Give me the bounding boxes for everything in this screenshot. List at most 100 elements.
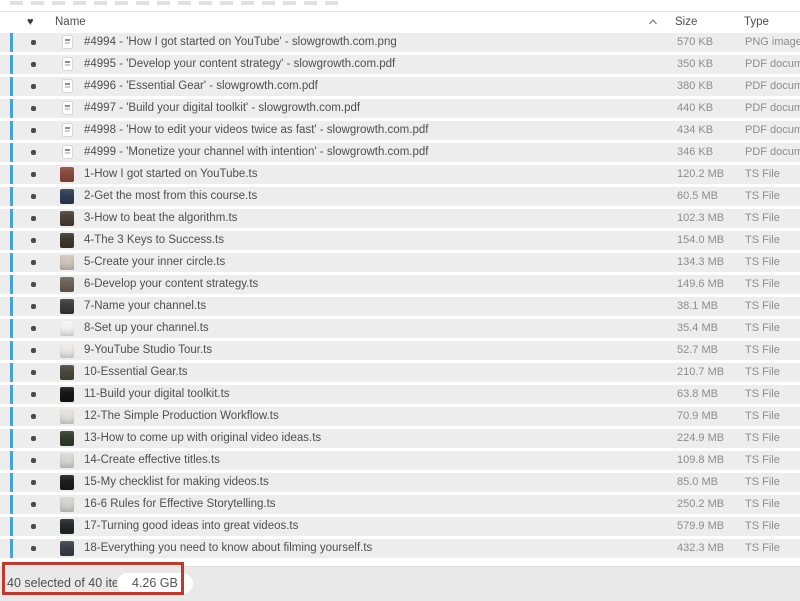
selected-dot-icon[interactable]	[31, 128, 36, 133]
file-row[interactable]: 2-Get the most from this course.ts 60.5 …	[0, 187, 800, 206]
file-row[interactable]: 10-Essential Gear.ts 210.7 MB TS File	[0, 363, 800, 382]
selected-dot-icon[interactable]	[31, 348, 36, 353]
file-type: PNG image	[745, 33, 800, 52]
file-row[interactable]: 17-Turning good ideas into great videos.…	[0, 517, 800, 536]
selection-indicator	[10, 473, 13, 492]
selection-indicator	[10, 165, 13, 184]
file-name: 2-Get the most from this course.ts	[84, 187, 257, 206]
file-name: #4997 - 'Build your digital toolkit' - s…	[84, 99, 360, 118]
file-name: 9-YouTube Studio Tour.ts	[84, 341, 212, 360]
file-name: 5-Create your inner circle.ts	[84, 253, 225, 272]
selected-dot-icon[interactable]	[31, 480, 36, 485]
file-row[interactable]: 12-The Simple Production Workflow.ts 70.…	[0, 407, 800, 426]
file-row[interactable]: #4996 - 'Essential Gear' - slowgrowth.co…	[0, 77, 800, 96]
file-thumbnail-icon	[62, 145, 73, 159]
file-size: 432.3 MB	[677, 539, 724, 558]
file-row[interactable]: 16-6 Rules for Effective Storytelling.ts…	[0, 495, 800, 514]
selection-indicator	[10, 187, 13, 206]
file-thumbnail-icon	[60, 299, 74, 314]
selected-dot-icon[interactable]	[31, 260, 36, 265]
selected-dot-icon[interactable]	[31, 62, 36, 67]
sort-ascending-icon[interactable]	[648, 13, 658, 34]
selected-dot-icon[interactable]	[31, 282, 36, 287]
selected-dot-icon[interactable]	[31, 150, 36, 155]
total-size-badge: 4.26 GB	[117, 573, 193, 594]
file-row[interactable]: #4997 - 'Build your digital toolkit' - s…	[0, 99, 800, 118]
size-column-header[interactable]: Size	[675, 12, 697, 33]
selected-dot-icon[interactable]	[31, 502, 36, 507]
selected-dot-icon[interactable]	[31, 194, 36, 199]
file-name: 18-Everything you need to know about fil…	[84, 539, 372, 558]
clipped-text-remnant	[10, 1, 345, 5]
selection-indicator	[10, 407, 13, 426]
file-type: TS File	[745, 341, 780, 360]
selected-dot-icon[interactable]	[31, 524, 36, 529]
file-row[interactable]: 6-Develop your content strategy.ts 149.6…	[0, 275, 800, 294]
file-row[interactable]: #4998 - 'How to edit your videos twice a…	[0, 121, 800, 140]
file-row[interactable]: #4995 - 'Develop your content strategy' …	[0, 55, 800, 74]
selected-dot-icon[interactable]	[31, 216, 36, 221]
selected-dot-icon[interactable]	[31, 546, 36, 551]
file-row[interactable]: 3-How to beat the algorithm.ts 102.3 MB …	[0, 209, 800, 228]
file-name: 13-How to come up with original video id…	[84, 429, 321, 448]
document-page-icon	[65, 39, 70, 41]
file-thumbnail-icon	[60, 167, 74, 182]
file-thumbnail-icon	[60, 365, 74, 380]
selected-dot-icon[interactable]	[31, 172, 36, 177]
selection-indicator	[10, 253, 13, 272]
selected-dot-icon[interactable]	[31, 458, 36, 463]
file-type: TS File	[745, 495, 780, 514]
file-name: 15-My checklist for making videos.ts	[84, 473, 269, 492]
selected-dot-icon[interactable]	[31, 370, 36, 375]
selection-indicator	[10, 231, 13, 250]
file-row[interactable]: #4999 - 'Monetize your channel with inte…	[0, 143, 800, 162]
selected-dot-icon[interactable]	[31, 326, 36, 331]
file-row[interactable]: 15-My checklist for making videos.ts 85.…	[0, 473, 800, 492]
selected-dot-icon[interactable]	[31, 106, 36, 111]
document-page-icon	[65, 105, 70, 107]
selection-indicator	[10, 539, 13, 558]
selected-dot-icon[interactable]	[31, 436, 36, 441]
selected-dot-icon[interactable]	[31, 414, 36, 419]
file-thumbnail-icon	[60, 387, 74, 402]
file-size: 35.4 MB	[677, 319, 718, 338]
file-row[interactable]: 11-Build your digital toolkit.ts 63.8 MB…	[0, 385, 800, 404]
selected-dot-icon[interactable]	[31, 392, 36, 397]
file-thumbnail-icon	[60, 431, 74, 446]
file-row[interactable]: 4-The 3 Keys to Success.ts 154.0 MB TS F…	[0, 231, 800, 250]
selected-dot-icon[interactable]	[31, 84, 36, 89]
file-row[interactable]: 5-Create your inner circle.ts 134.3 MB T…	[0, 253, 800, 272]
selection-indicator	[10, 99, 13, 118]
document-page-icon	[65, 61, 70, 63]
file-row[interactable]: 13-How to come up with original video id…	[0, 429, 800, 448]
file-list: #4994 - 'How I got started on YouTube' -…	[0, 33, 800, 561]
file-type: TS File	[745, 451, 780, 470]
file-row[interactable]: 9-YouTube Studio Tour.ts 52.7 MB TS File	[0, 341, 800, 360]
selection-indicator	[10, 451, 13, 470]
file-row[interactable]: 1-How I got started on YouTube.ts 120.2 …	[0, 165, 800, 184]
file-row[interactable]: 18-Everything you need to know about fil…	[0, 539, 800, 558]
type-column-header[interactable]: Type	[744, 12, 769, 33]
file-row[interactable]: 7-Name your channel.ts 38.1 MB TS File	[0, 297, 800, 316]
file-type: PDF document	[745, 77, 800, 96]
name-column-header[interactable]: Name	[55, 12, 86, 33]
selected-dot-icon[interactable]	[31, 238, 36, 243]
selected-dot-icon[interactable]	[31, 40, 36, 45]
file-name: 7-Name your channel.ts	[84, 297, 206, 316]
selection-indicator	[10, 297, 13, 316]
file-row[interactable]: 8-Set up your channel.ts 35.4 MB TS File	[0, 319, 800, 338]
file-row[interactable]: 14-Create effective titles.ts 109.8 MB T…	[0, 451, 800, 470]
file-name: 3-How to beat the algorithm.ts	[84, 209, 237, 228]
file-type: TS File	[745, 363, 780, 382]
file-type: TS File	[745, 539, 780, 558]
file-thumbnail-icon	[60, 497, 74, 512]
selected-dot-icon[interactable]	[31, 304, 36, 309]
file-size: 38.1 MB	[677, 297, 718, 316]
file-type: TS File	[745, 187, 780, 206]
file-name: 16-6 Rules for Effective Storytelling.ts	[84, 495, 276, 514]
file-row[interactable]: #4994 - 'How I got started on YouTube' -…	[0, 33, 800, 52]
document-page-icon	[65, 83, 70, 85]
selection-indicator	[10, 121, 13, 140]
file-name: 11-Build your digital toolkit.ts	[84, 385, 230, 404]
file-name: #4996 - 'Essential Gear' - slowgrowth.co…	[84, 77, 318, 96]
